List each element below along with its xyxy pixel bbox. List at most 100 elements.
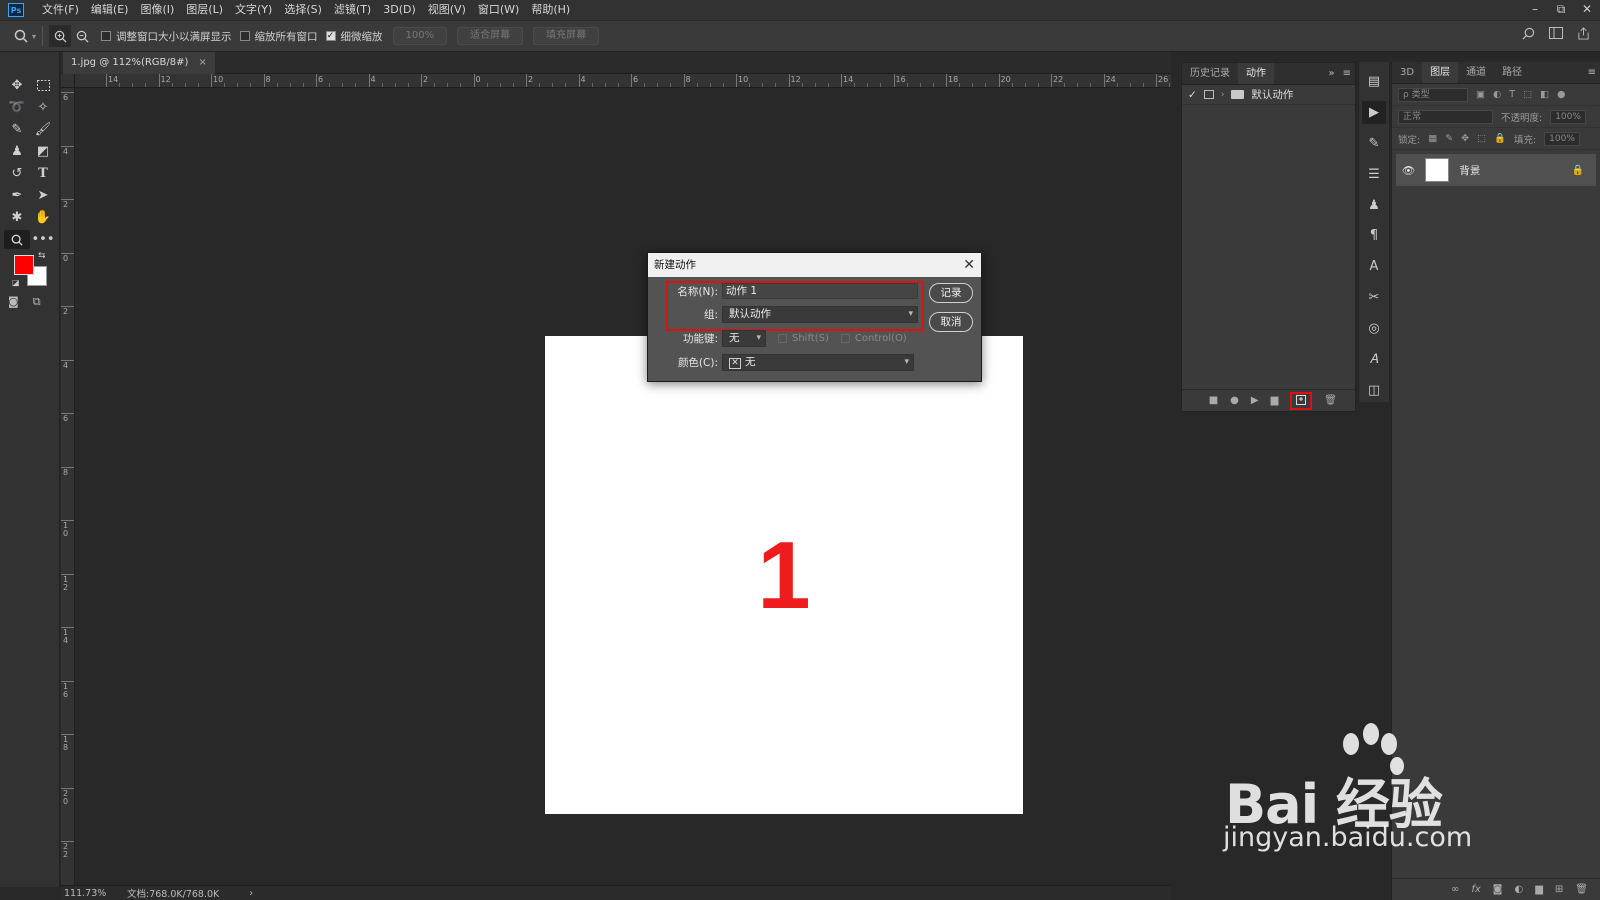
- menu-window[interactable]: 窗口(W): [472, 0, 525, 20]
- zoom-tool-preset-icon[interactable]: [10, 25, 32, 47]
- character-icon[interactable]: A: [1362, 255, 1386, 278]
- menu-edit[interactable]: 编辑(E): [85, 0, 135, 20]
- zoom-level[interactable]: 111.73%: [61, 888, 121, 899]
- menu-3d[interactable]: 3D(D): [377, 0, 422, 20]
- action-name-input[interactable]: 动作 1: [722, 283, 918, 299]
- function-key-select[interactable]: 无 ▾: [722, 330, 766, 347]
- vertical-ruler[interactable]: 6 4 2 0 2 4 6 8 1 0 1 2 1 4 1 6 1 8 2 0 2 2: [61, 88, 75, 885]
- canvas-workspace[interactable]: 1: [75, 88, 1171, 885]
- add-mask-icon[interactable]: ◙: [1493, 884, 1503, 895]
- checkmark-icon[interactable]: ✓: [1188, 89, 1197, 101]
- filter-adjust-icon[interactable]: ◐: [1493, 89, 1501, 100]
- opacity-input[interactable]: 100%: [1550, 109, 1586, 124]
- close-window-button[interactable]: ✕: [1574, 0, 1600, 18]
- status-menu-arrow-icon[interactable]: ›: [249, 888, 253, 899]
- clone-source-icon[interactable]: ♟: [1362, 194, 1386, 217]
- default-colors-icon[interactable]: ◪: [12, 278, 20, 287]
- zoom-tool-icon[interactable]: [4, 230, 30, 249]
- shift-checkbox[interactable]: Shift(S): [778, 333, 829, 344]
- play-icon[interactable]: ▶: [1251, 395, 1259, 406]
- tab-history[interactable]: 历史记录: [1182, 63, 1238, 84]
- panel-menu-icon[interactable]: ≡: [1343, 63, 1351, 85]
- adjustment-layer-icon[interactable]: ◐: [1514, 884, 1523, 895]
- swap-colors-icon[interactable]: ⇆: [38, 251, 46, 261]
- pen-tool-icon[interactable]: ✒: [4, 186, 30, 205]
- new-set-folder-icon[interactable]: ▆: [1271, 395, 1279, 406]
- expand-panel-icon[interactable]: »: [1328, 63, 1334, 85]
- tab-layers[interactable]: 图层: [1422, 62, 1459, 83]
- link-layers-icon[interactable]: ∞: [1451, 884, 1459, 895]
- document-tab[interactable]: 1.jpg @ 112%(RGB/8#) ×: [63, 52, 215, 74]
- restore-button[interactable]: ⧉: [1548, 0, 1574, 18]
- stop-icon[interactable]: ■: [1209, 395, 1218, 406]
- libraries-icon[interactable]: ◎: [1362, 317, 1386, 340]
- checkbox-box[interactable]: [840, 334, 850, 343]
- close-tab-icon[interactable]: ×: [198, 52, 206, 74]
- tab-paths[interactable]: 路径: [1494, 62, 1530, 83]
- filter-type-icon[interactable]: T: [1509, 89, 1515, 100]
- trash-icon[interactable]: 🗑: [1324, 395, 1337, 406]
- fill-input[interactable]: 100%: [1544, 131, 1580, 146]
- lock-all-icon[interactable]: 🔒: [1494, 133, 1506, 144]
- search-icon[interactable]: [1522, 27, 1535, 44]
- record-button[interactable]: 记录: [929, 283, 973, 303]
- type-tool-icon[interactable]: T: [30, 164, 56, 183]
- color-select[interactable]: ✕ 无 ▾: [722, 354, 914, 371]
- path-selection-tool-icon[interactable]: ➤: [30, 186, 56, 205]
- menu-layer[interactable]: 图层(L): [180, 0, 229, 20]
- screen-mode-icon[interactable]: ⧉: [33, 295, 41, 309]
- ruler-origin[interactable]: [61, 74, 75, 88]
- lock-position-icon[interactable]: ✥: [1461, 133, 1469, 144]
- hand-tool-icon[interactable]: ✋: [30, 208, 56, 227]
- history-panel-icon[interactable]: ▤: [1362, 70, 1386, 93]
- tab-3d[interactable]: 3D: [1392, 62, 1422, 83]
- tool-presets-icon[interactable]: ✂: [1362, 286, 1386, 309]
- lock-artboard-icon[interactable]: ⬚: [1477, 133, 1486, 144]
- brush-tool-icon[interactable]: 🖌: [30, 120, 56, 139]
- fx-icon[interactable]: fx: [1471, 884, 1480, 895]
- properties-icon[interactable]: ◫: [1362, 379, 1386, 402]
- foreground-color-swatch[interactable]: [14, 255, 34, 275]
- minimize-button[interactable]: –: [1522, 0, 1548, 18]
- fit-screen-button[interactable]: 适合屏幕: [457, 27, 524, 45]
- layer-row-background[interactable]: 👁 背景 🔒: [1396, 154, 1596, 186]
- menu-filter[interactable]: 滤镜(T): [328, 0, 377, 20]
- control-checkbox[interactable]: Control(O): [840, 333, 907, 344]
- filter-smart-icon[interactable]: ◧: [1540, 89, 1549, 100]
- history-brush-tool-icon[interactable]: ↺: [4, 164, 30, 183]
- resize-windows-checkbox[interactable]: 调整窗口大小以满屏显示: [101, 29, 232, 44]
- adjustments-icon[interactable]: ☰: [1362, 163, 1386, 186]
- menu-image[interactable]: 图像(I): [134, 0, 180, 20]
- horizontal-ruler[interactable]: 14 12 10 8 6 4 2 0 2 4 6 8 10 12 14 16 18 20 22 24 26: [75, 74, 1171, 88]
- chevron-down-icon[interactable]: ▾: [32, 32, 36, 41]
- quick-mask-icon[interactable]: ◙: [8, 295, 19, 309]
- checkbox-box[interactable]: [239, 31, 250, 41]
- actions-panel-icon[interactable]: ▶: [1362, 100, 1386, 124]
- magic-wand-tool-icon[interactable]: ✧: [30, 98, 56, 117]
- cancel-button[interactable]: 取消: [929, 312, 973, 332]
- menu-view[interactable]: 视图(V): [422, 0, 472, 20]
- panel-menu-icon[interactable]: ≡: [1588, 62, 1596, 84]
- zoom-in-icon[interactable]: [49, 25, 72, 47]
- marquee-tool-icon[interactable]: [30, 76, 56, 95]
- menu-help[interactable]: 帮助(H): [525, 0, 576, 20]
- move-tool-icon[interactable]: ✥: [4, 76, 30, 95]
- record-icon[interactable]: ●: [1230, 395, 1239, 406]
- new-layer-icon[interactable]: ⊞: [1555, 884, 1563, 895]
- checkbox-box[interactable]: [778, 334, 787, 343]
- zoom-out-icon[interactable]: [71, 25, 93, 47]
- action-set-row[interactable]: ✓ › 默认动作: [1182, 85, 1355, 105]
- dialog-titlebar[interactable]: 新建动作 ✕: [648, 253, 981, 277]
- workspace-icon[interactable]: [1549, 27, 1563, 44]
- menu-type[interactable]: 文字(Y): [229, 0, 278, 20]
- menu-file[interactable]: 文件(F): [36, 0, 85, 20]
- dialog-toggle-icon[interactable]: [1203, 90, 1214, 99]
- new-group-icon[interactable]: ▆: [1535, 884, 1543, 895]
- eyedropper-tool-icon[interactable]: ✎: [4, 120, 30, 139]
- fill-screen-button[interactable]: 填充屏幕: [533, 27, 600, 45]
- glyphs-icon[interactable]: 𝐴: [1362, 348, 1386, 371]
- shape-tool-icon[interactable]: ✱: [4, 208, 30, 227]
- zoom-all-windows-checkbox[interactable]: 缩放所有窗口: [239, 29, 318, 44]
- eye-icon[interactable]: 👁: [1402, 164, 1415, 177]
- tab-channels[interactable]: 通道: [1458, 62, 1494, 83]
